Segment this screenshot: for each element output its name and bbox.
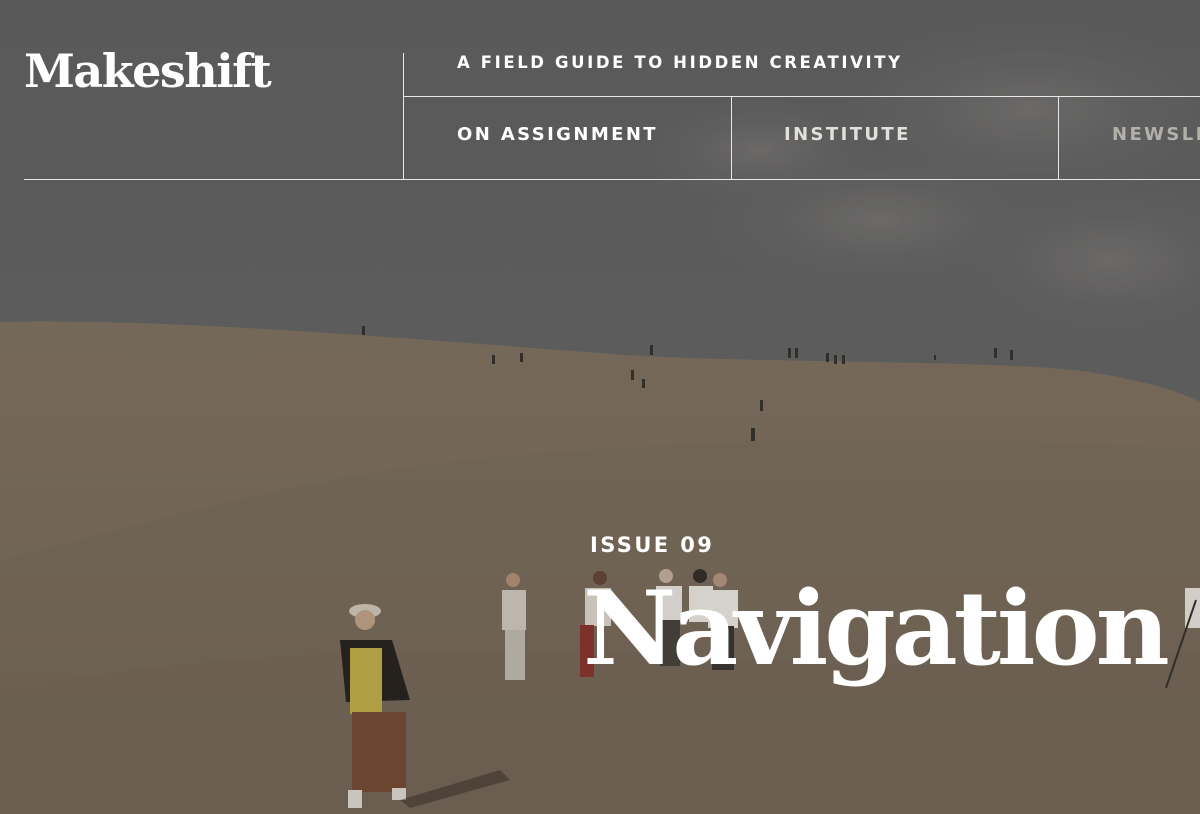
issue-title[interactable]: Navigation — [583, 575, 1170, 683]
issue-number: ISSUE 09 — [590, 533, 715, 557]
nav-top-divider — [403, 96, 1200, 97]
logo-underline-divider — [24, 179, 404, 180]
site-tagline: A FIELD GUIDE TO HIDDEN CREATIVITY — [457, 53, 903, 72]
desert-dunes-image — [0, 0, 1200, 814]
header-vertical-divider — [403, 53, 404, 180]
nav-item-institute[interactable]: INSTITUTE — [784, 124, 911, 154]
nav-item-on-assignment[interactable]: ON ASSIGNMENT — [457, 124, 658, 154]
nav-bottom-divider — [403, 179, 1200, 180]
nav-item-newsletter[interactable]: NEWSLE — [1112, 124, 1200, 154]
nav-item-divider — [731, 96, 732, 180]
hero-background-photo — [0, 0, 1200, 814]
nav-item-divider — [1058, 96, 1059, 180]
site-logo[interactable]: Makeshift — [24, 48, 272, 94]
